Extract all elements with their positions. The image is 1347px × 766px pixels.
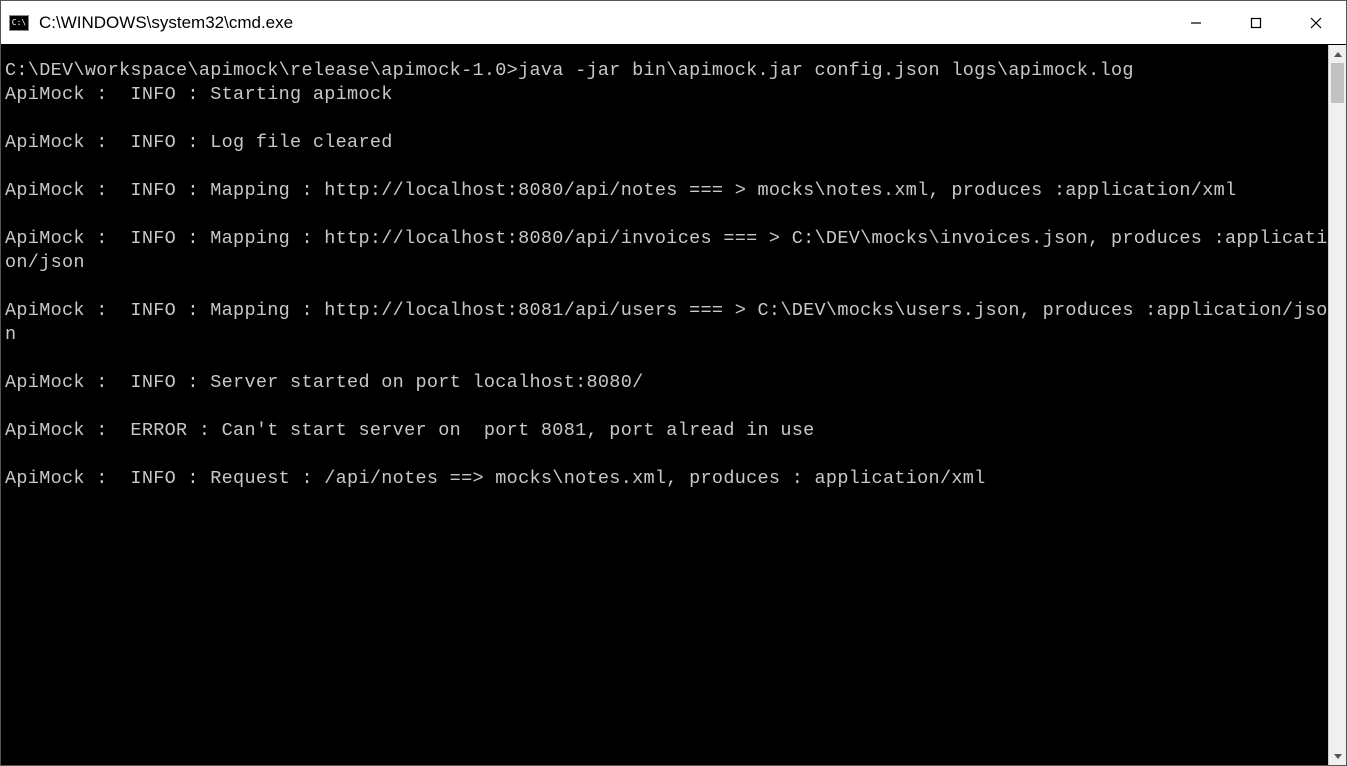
log-line: ApiMock : INFO : Log file cleared: [5, 131, 1328, 155]
command: java -jar bin\apimock.jar config.json lo…: [518, 60, 1134, 81]
chevron-down-icon: [1334, 754, 1342, 759]
vertical-scrollbar[interactable]: [1328, 45, 1346, 765]
close-button[interactable]: [1286, 1, 1346, 44]
maximize-icon: [1250, 17, 1262, 29]
maximize-button[interactable]: [1226, 1, 1286, 44]
scroll-down-arrow[interactable]: [1329, 747, 1346, 765]
log-line: ApiMock : INFO : Server started on port …: [5, 371, 1328, 395]
window-title: C:\WINDOWS\system32\cmd.exe: [39, 13, 1166, 33]
chevron-up-icon: [1334, 52, 1342, 57]
titlebar[interactable]: C:\ C:\WINDOWS\system32\cmd.exe: [1, 1, 1346, 45]
terminal-container: C:\DEV\workspace\apimock\release\apimock…: [1, 45, 1346, 765]
window-controls: [1166, 1, 1346, 44]
log-line: ApiMock : INFO : Mapping : http://localh…: [5, 227, 1328, 275]
log-line: ApiMock : INFO : Mapping : http://localh…: [5, 299, 1328, 347]
log-line: ApiMock : INFO : Request : /api/notes ==…: [5, 467, 1328, 491]
scroll-track[interactable]: [1329, 63, 1346, 747]
log-line: ApiMock : INFO : Mapping : http://localh…: [5, 179, 1328, 203]
minimize-icon: [1190, 17, 1202, 29]
prompt: C:\DEV\workspace\apimock\release\apimock…: [5, 60, 518, 81]
scroll-up-arrow[interactable]: [1329, 45, 1346, 63]
cmd-icon: C:\: [9, 15, 29, 31]
log-line: ApiMock : INFO : Starting apimock: [5, 83, 1328, 107]
minimize-button[interactable]: [1166, 1, 1226, 44]
terminal-output[interactable]: C:\DEV\workspace\apimock\release\apimock…: [1, 45, 1328, 765]
cmd-window: C:\ C:\WINDOWS\system32\cmd.exe C:\DEV\w…: [0, 0, 1347, 766]
close-icon: [1310, 17, 1322, 29]
log-line: ApiMock : ERROR : Can't start server on …: [5, 419, 1328, 443]
prompt-line: C:\DEV\workspace\apimock\release\apimock…: [5, 60, 1134, 81]
scroll-thumb[interactable]: [1331, 63, 1344, 103]
